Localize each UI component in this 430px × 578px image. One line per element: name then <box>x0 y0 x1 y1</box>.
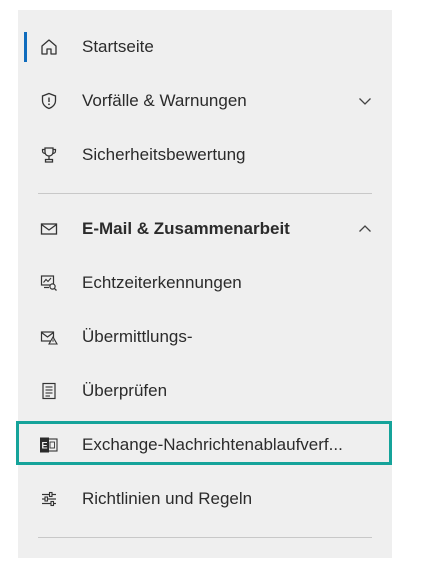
nav-item-sicherheitsbewertung[interactable]: Sicherheitsbewertung <box>18 128 392 182</box>
shield-alert-icon <box>39 91 59 111</box>
active-indicator <box>24 32 27 62</box>
nav-item-label: Startseite <box>82 37 154 56</box>
submissions-icon <box>39 327 59 347</box>
nav-item-exchange-nachrichtenablaufverfolgung[interactable]: E Exchange-Nachrichtenablaufverf... <box>18 418 392 472</box>
nav-item-label: Sicherheitsbewertung <box>82 145 246 164</box>
chevron-down-icon[interactable] <box>356 92 374 110</box>
nav-item-label: Echtzeiterkennungen <box>82 273 242 292</box>
nav-item-richtlinien-und-regeln[interactable]: Richtlinien und Regeln <box>18 472 392 526</box>
nav-item-uebermittlungen[interactable]: Übermittlungs- <box>18 310 392 364</box>
chevron-up-icon[interactable] <box>356 220 374 238</box>
trophy-icon <box>39 145 59 165</box>
svg-text:E: E <box>41 441 47 451</box>
nav-item-label: E-Mail & Zusammenarbeit <box>82 219 290 238</box>
nav-divider <box>38 193 372 194</box>
nav-divider <box>38 537 372 538</box>
nav-item-label: Vorfälle & Warnungen <box>82 91 247 110</box>
home-icon <box>39 37 59 57</box>
nav-item-email-zusammenarbeit[interactable]: E-Mail & Zusammenarbeit <box>18 202 392 256</box>
nav-item-startseite[interactable]: Startseite <box>18 20 392 74</box>
mail-icon <box>39 219 59 239</box>
nav-item-label: Richtlinien und Regeln <box>82 489 253 508</box>
navigation-pane: Startseite Vorfälle & Warnungen Sicherhe… <box>18 10 392 558</box>
sliders-icon <box>39 489 59 509</box>
nav-item-label: Überprüfen <box>82 381 168 400</box>
realtime-detection-icon <box>39 273 59 293</box>
exchange-icon: E <box>39 435 59 455</box>
nav-item-echtzeiterkennungen[interactable]: Echtzeiterkennungen <box>18 256 392 310</box>
nav-item-ueberpruefen[interactable]: Überprüfen <box>18 364 392 418</box>
review-list-icon <box>39 381 59 401</box>
nav-item-label: Übermittlungs- <box>82 327 193 346</box>
nav-item-label: Exchange-Nachrichtenablaufverf... <box>82 435 343 454</box>
nav-item-vorfaelle-warnungen[interactable]: Vorfälle & Warnungen <box>18 74 392 128</box>
